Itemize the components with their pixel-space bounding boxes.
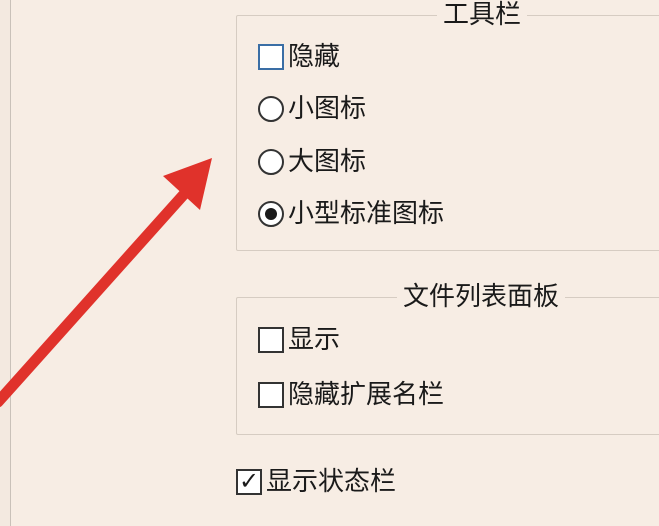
red-arrow-icon [0, 158, 212, 408]
